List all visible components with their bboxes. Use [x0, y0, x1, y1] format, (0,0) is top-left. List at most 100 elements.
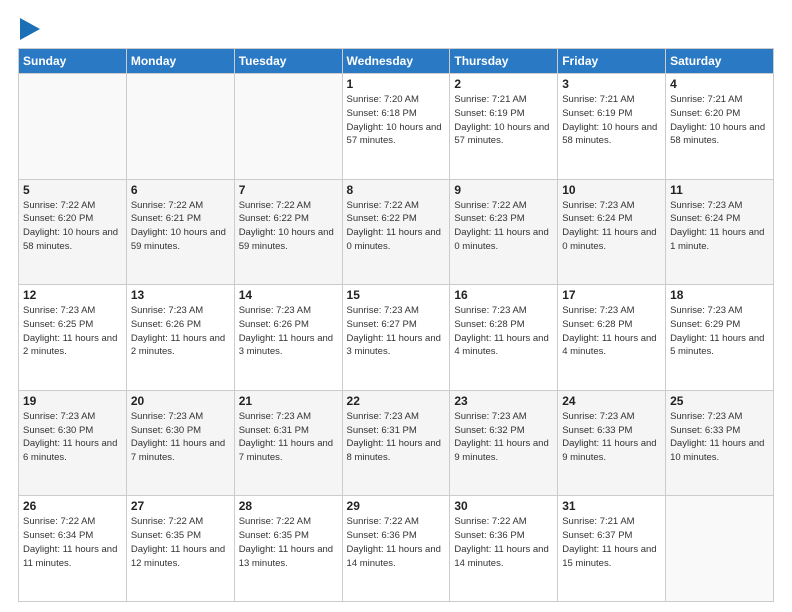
day-info: Sunrise: 7:23 AMSunset: 6:31 PMDaylight:… — [347, 410, 446, 465]
day-number: 29 — [347, 499, 446, 513]
day-info: Sunrise: 7:20 AMSunset: 6:18 PMDaylight:… — [347, 93, 446, 148]
day-number: 15 — [347, 288, 446, 302]
day-number: 14 — [239, 288, 338, 302]
day-info: Sunrise: 7:23 AMSunset: 6:31 PMDaylight:… — [239, 410, 338, 465]
day-number: 24 — [562, 394, 661, 408]
day-info: Sunrise: 7:22 AMSunset: 6:20 PMDaylight:… — [23, 199, 122, 254]
weekday-header-sunday: Sunday — [19, 49, 127, 74]
calendar-cell — [666, 496, 774, 602]
day-number: 12 — [23, 288, 122, 302]
day-info: Sunrise: 7:23 AMSunset: 6:27 PMDaylight:… — [347, 304, 446, 359]
day-info: Sunrise: 7:21 AMSunset: 6:20 PMDaylight:… — [670, 93, 769, 148]
day-number: 25 — [670, 394, 769, 408]
day-info: Sunrise: 7:23 AMSunset: 6:26 PMDaylight:… — [131, 304, 230, 359]
day-info: Sunrise: 7:23 AMSunset: 6:28 PMDaylight:… — [562, 304, 661, 359]
logo — [18, 18, 40, 40]
day-number: 17 — [562, 288, 661, 302]
day-number: 13 — [131, 288, 230, 302]
calendar-cell — [234, 74, 342, 180]
calendar-cell: 19Sunrise: 7:23 AMSunset: 6:30 PMDayligh… — [19, 390, 127, 496]
day-info: Sunrise: 7:21 AMSunset: 6:37 PMDaylight:… — [562, 515, 661, 570]
day-info: Sunrise: 7:22 AMSunset: 6:22 PMDaylight:… — [239, 199, 338, 254]
calendar-cell: 8 Sunrise: 7:22 AMSunset: 6:22 PMDaylight… — [342, 179, 450, 285]
calendar-cell: 16 Sunrise: 7:23 AMSunset: 6:28 PMDayligh… — [450, 285, 558, 391]
logo-icon — [20, 18, 40, 40]
calendar-cell: 22 Sunrise: 7:23 AMSunset: 6:31 PMDayligh… — [342, 390, 450, 496]
day-info: Sunrise: 7:23 AMSunset: 6:24 PMDaylight:… — [670, 199, 769, 254]
calendar-cell: 30 Sunrise: 7:22 AMSunset: 6:36 PMDayligh… — [450, 496, 558, 602]
day-number: 4 — [670, 77, 769, 91]
calendar-cell: 24 Sunrise: 7:23 AMSunset: 6:33 PMDayligh… — [558, 390, 666, 496]
day-number: 27 — [131, 499, 230, 513]
day-info: Sunrise: 7:23 AMSunset: 6:29 PMDaylight:… — [670, 304, 769, 359]
day-info: Sunrise: 7:23 AMSunset: 6:26 PMDaylight:… — [239, 304, 338, 359]
calendar-cell: 3 Sunrise: 7:21 AMSunset: 6:19 PMDaylight… — [558, 74, 666, 180]
calendar-cell — [126, 74, 234, 180]
calendar-cell: 20 Sunrise: 7:23 AMSunset: 6:30 PMDayligh… — [126, 390, 234, 496]
day-number: 20 — [131, 394, 230, 408]
weekday-header-wednesday: Wednesday — [342, 49, 450, 74]
day-number: 3 — [562, 77, 661, 91]
calendar-cell: 2Sunrise: 7:21 AMSunset: 6:19 PMDaylight… — [450, 74, 558, 180]
calendar-cell: 10Sunrise: 7:23 AMSunset: 6:24 PMDayligh… — [558, 179, 666, 285]
day-info: Sunrise: 7:22 AMSunset: 6:21 PMDaylight:… — [131, 199, 230, 254]
calendar-cell: 21 Sunrise: 7:23 AMSunset: 6:31 PMDayligh… — [234, 390, 342, 496]
page: SundayMondayTuesdayWednesdayThursdayFrid… — [0, 0, 792, 612]
day-number: 7 — [239, 183, 338, 197]
day-number: 9 — [454, 183, 553, 197]
day-info: Sunrise: 7:22 AMSunset: 6:23 PMDaylight:… — [454, 199, 553, 254]
calendar-cell: 18 Sunrise: 7:23 AMSunset: 6:29 PMDayligh… — [666, 285, 774, 391]
day-info: Sunrise: 7:23 AMSunset: 6:25 PMDaylight:… — [23, 304, 122, 359]
calendar-cell: 28 Sunrise: 7:22 AMSunset: 6:35 PMDayligh… — [234, 496, 342, 602]
calendar-week-row: 19 Sunrise: 7:23 AMSunset: 6:30 PMDayligh… — [19, 390, 774, 496]
calendar-cell: 9 Sunrise: 7:22 AMSunset: 6:23 PMDaylight… — [450, 179, 558, 285]
day-number: 23 — [454, 394, 553, 408]
weekday-header-row: SundayMondayTuesdayWednesdayThursdayFrid… — [19, 49, 774, 74]
day-number: 8 — [347, 183, 446, 197]
weekday-header-saturday: Saturday — [666, 49, 774, 74]
day-info: Sunrise: 7:22 AMSunset: 6:34 PMDaylight:… — [23, 515, 122, 570]
weekday-header-thursday: Thursday — [450, 49, 558, 74]
day-info: Sunrise: 7:23 AMSunset: 6:32 PMDaylight:… — [454, 410, 553, 465]
calendar-cell — [19, 74, 127, 180]
day-info: Sunrise: 7:23 AMSunset: 6:33 PMDaylight:… — [562, 410, 661, 465]
day-number: 28 — [239, 499, 338, 513]
calendar-cell: 6 Sunrise: 7:22 AMSunset: 6:21 PMDaylight… — [126, 179, 234, 285]
calendar-cell: 29Sunrise: 7:22 AMSunset: 6:36 PMDayligh… — [342, 496, 450, 602]
calendar-cell: 1Sunrise: 7:20 AMSunset: 6:18 PMDaylight… — [342, 74, 450, 180]
day-info: Sunrise: 7:22 AMSunset: 6:35 PMDaylight:… — [239, 515, 338, 570]
calendar-cell: 13 Sunrise: 7:23 AMSunset: 6:26 PMDayligh… — [126, 285, 234, 391]
calendar-cell: 11 Sunrise: 7:23 AMSunset: 6:24 PMDayligh… — [666, 179, 774, 285]
day-number: 6 — [131, 183, 230, 197]
day-number: 5 — [23, 183, 122, 197]
calendar-cell: 25Sunrise: 7:23 AMSunset: 6:33 PMDayligh… — [666, 390, 774, 496]
calendar-week-row: 26Sunrise: 7:22 AMSunset: 6:34 PMDayligh… — [19, 496, 774, 602]
day-info: Sunrise: 7:23 AMSunset: 6:24 PMDaylight:… — [562, 199, 661, 254]
calendar-cell: 4 Sunrise: 7:21 AMSunset: 6:20 PMDaylight… — [666, 74, 774, 180]
day-number: 11 — [670, 183, 769, 197]
day-number: 22 — [347, 394, 446, 408]
calendar-week-row: 12 Sunrise: 7:23 AMSunset: 6:25 PMDayligh… — [19, 285, 774, 391]
day-number: 30 — [454, 499, 553, 513]
day-number: 18 — [670, 288, 769, 302]
calendar-cell: 27Sunrise: 7:22 AMSunset: 6:35 PMDayligh… — [126, 496, 234, 602]
calendar-cell: 7 Sunrise: 7:22 AMSunset: 6:22 PMDaylight… — [234, 179, 342, 285]
calendar-cell: 15 Sunrise: 7:23 AMSunset: 6:27 PMDayligh… — [342, 285, 450, 391]
calendar-cell: 31Sunrise: 7:21 AMSunset: 6:37 PMDayligh… — [558, 496, 666, 602]
day-info: Sunrise: 7:23 AMSunset: 6:30 PMDaylight:… — [131, 410, 230, 465]
calendar-cell: 26Sunrise: 7:22 AMSunset: 6:34 PMDayligh… — [19, 496, 127, 602]
day-number: 16 — [454, 288, 553, 302]
day-info: Sunrise: 7:21 AMSunset: 6:19 PMDaylight:… — [562, 93, 661, 148]
day-info: Sunrise: 7:23 AMSunset: 6:28 PMDaylight:… — [454, 304, 553, 359]
calendar-cell: 23 Sunrise: 7:23 AMSunset: 6:32 PMDayligh… — [450, 390, 558, 496]
day-number: 19 — [23, 394, 122, 408]
calendar-week-row: 1Sunrise: 7:20 AMSunset: 6:18 PMDaylight… — [19, 74, 774, 180]
day-info: Sunrise: 7:22 AMSunset: 6:36 PMDaylight:… — [454, 515, 553, 570]
calendar-table: SundayMondayTuesdayWednesdayThursdayFrid… — [18, 48, 774, 602]
day-number: 21 — [239, 394, 338, 408]
header — [18, 18, 774, 40]
calendar-cell: 5 Sunrise: 7:22 AMSunset: 6:20 PMDaylight… — [19, 179, 127, 285]
weekday-header-monday: Monday — [126, 49, 234, 74]
weekday-header-tuesday: Tuesday — [234, 49, 342, 74]
day-info: Sunrise: 7:22 AMSunset: 6:22 PMDaylight:… — [347, 199, 446, 254]
